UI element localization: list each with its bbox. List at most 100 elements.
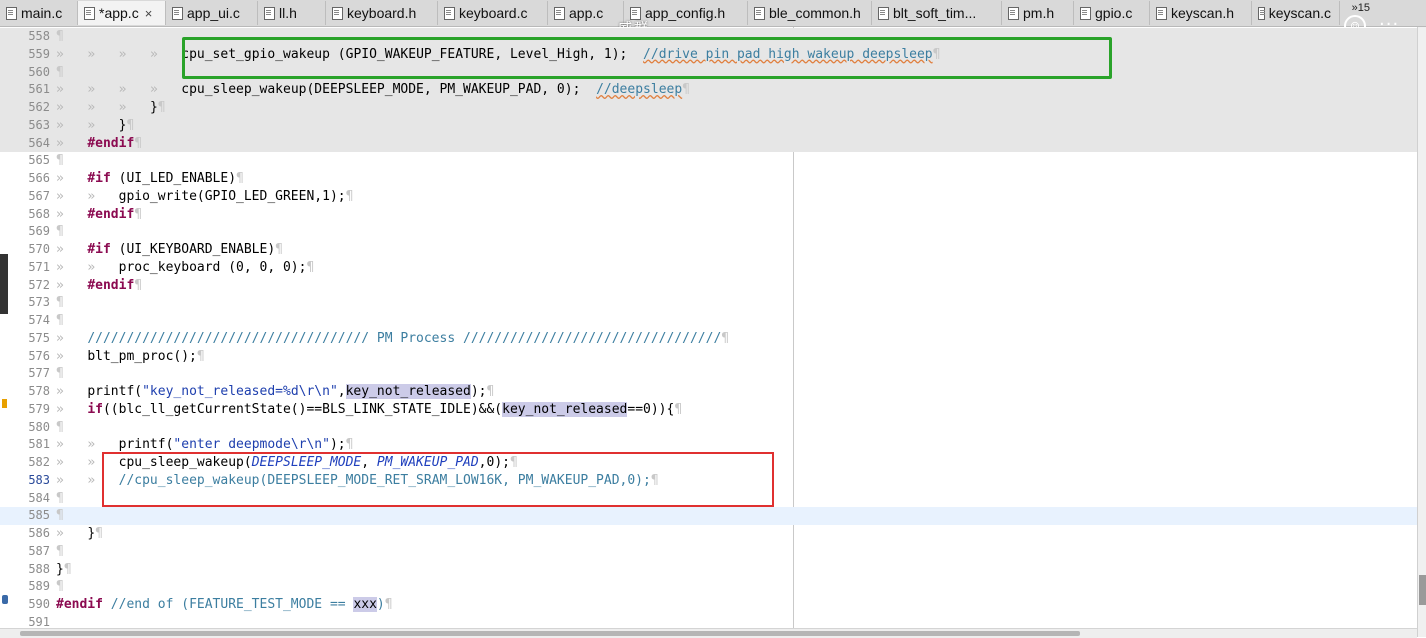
file-icon bbox=[1258, 6, 1265, 20]
tab-marker: » bbox=[56, 100, 64, 115]
code-line[interactable]: 566 » #if (UI_LED_ENABLE)¶ bbox=[0, 170, 1417, 188]
code-line[interactable]: 565 ¶ bbox=[0, 152, 1417, 170]
tab-6[interactable]: app.c bbox=[548, 1, 624, 25]
keyword: if bbox=[87, 401, 103, 417]
line-number: 590 bbox=[28, 597, 50, 611]
tab-marker: » bbox=[56, 277, 64, 293]
pilcrow-mark: ¶ bbox=[306, 259, 315, 275]
code-line[interactable]: 587 ¶ bbox=[0, 543, 1417, 561]
code-line[interactable]: 577 ¶ bbox=[0, 365, 1417, 383]
code-editor[interactable]: 558 ¶ 559» » » » cpu_set_gpio_wakeup (GPIO… bbox=[0, 27, 1417, 637]
tab-marker: » bbox=[87, 100, 96, 115]
code-line[interactable]: 589 ¶ bbox=[0, 578, 1417, 596]
tab-marker: » bbox=[56, 259, 64, 275]
tab-label: pm.h bbox=[1023, 5, 1055, 21]
vertical-scrollbar[interactable] bbox=[1417, 27, 1426, 637]
code-content: » » gpio_write(GPIO_LED_GREEN,1);¶ bbox=[56, 188, 353, 206]
code-line[interactable]: 579 » if((blc_ll_getCurrentState()==BLS_L… bbox=[0, 401, 1417, 419]
pilcrow-mark: ¶ bbox=[486, 384, 495, 399]
code-content: ¶ bbox=[56, 507, 64, 525]
tab-8[interactable]: ble_common.h bbox=[748, 1, 872, 25]
code-line[interactable]: 586 » }¶ bbox=[0, 525, 1417, 543]
line-number: 580 bbox=[28, 419, 50, 434]
tab-marker: » bbox=[87, 46, 96, 62]
code-token: printf( bbox=[118, 437, 174, 453]
line-number: 573 bbox=[28, 295, 50, 310]
tab-2[interactable]: app_ui.c bbox=[166, 1, 258, 25]
preprocessor-keyword: #if bbox=[87, 171, 111, 186]
tab-marker: » bbox=[87, 259, 96, 275]
tab-overflow-button[interactable]: »15 bbox=[1352, 2, 1370, 14]
close-icon[interactable]: × bbox=[145, 6, 153, 21]
tab-marker: » bbox=[56, 82, 64, 98]
tab-1[interactable]: *app.c × bbox=[78, 1, 166, 25]
string-literal: "enter deepmode\r\n" bbox=[173, 437, 330, 453]
tab-label: ll.h bbox=[279, 5, 297, 21]
tab-5[interactable]: keyboard.c bbox=[438, 1, 548, 25]
pilcrow-mark: ¶ bbox=[126, 117, 135, 133]
code-content: ¶ bbox=[56, 365, 64, 383]
tab-10[interactable]: pm.h bbox=[1002, 1, 1074, 25]
code-line[interactable]: 575 » ///////////////////////////////////… bbox=[0, 330, 1417, 348]
string-literal: "key_not_released=%d\r\n" bbox=[142, 384, 338, 399]
code-content: ¶ bbox=[56, 312, 64, 330]
line-number: 576 bbox=[28, 348, 50, 363]
line-number: 558 bbox=[28, 29, 50, 43]
horizontal-scroll-thumb[interactable] bbox=[20, 631, 1080, 636]
code-line[interactable]: 572 » #endif¶ bbox=[0, 277, 1417, 295]
code-content: ¶ bbox=[56, 64, 64, 82]
tab-0[interactable]: main.c bbox=[0, 1, 78, 25]
code-line[interactable]: 585 ¶ bbox=[0, 507, 1417, 525]
code-line[interactable]: 569 ¶ bbox=[0, 223, 1417, 241]
tab-label: main.c bbox=[21, 5, 63, 21]
code-line[interactable]: 561 » » » » cpu_sleep_wakeup(DEEPSLEEP_MO… bbox=[0, 81, 1417, 99]
code-token: (UI_LED_ENABLE) bbox=[118, 171, 237, 186]
pilcrow-mark: ¶ bbox=[56, 153, 64, 169]
code-line[interactable]: 574 ¶ bbox=[0, 312, 1417, 330]
code-line[interactable]: 570 » #if (UI_KEYBOARD_ENABLE)¶ bbox=[0, 241, 1417, 259]
code-line[interactable]: 571 » » proc_keyboard (0, 0, 0);¶ bbox=[0, 259, 1417, 277]
code-line[interactable]: 578 » printf("key_not_released=%d\r\n",ke… bbox=[0, 383, 1417, 401]
annotation-box-red bbox=[102, 452, 774, 507]
tab-marker: » bbox=[56, 384, 64, 399]
code-line[interactable]: 588}¶ bbox=[0, 561, 1417, 579]
tab-4[interactable]: keyboard.h bbox=[326, 1, 438, 25]
vertical-scroll-thumb[interactable] bbox=[1419, 575, 1426, 605]
code-line[interactable]: 562 » » » }¶ bbox=[0, 99, 1417, 117]
tab-12[interactable]: keyscan.h bbox=[1150, 1, 1252, 25]
tab-marker: » bbox=[56, 455, 64, 470]
code-line[interactable]: 576 » blt_pm_proc();¶ bbox=[0, 348, 1417, 366]
pilcrow-mark: ¶ bbox=[345, 188, 354, 204]
line-number: 563 bbox=[28, 117, 50, 132]
code-token: } bbox=[56, 561, 64, 577]
code-token: (UI_KEYBOARD_ENABLE) bbox=[118, 242, 276, 257]
code-content: ¶ bbox=[56, 490, 64, 508]
line-number: 574 bbox=[28, 313, 50, 327]
line-number: 587 bbox=[28, 543, 50, 558]
file-icon bbox=[1008, 6, 1019, 20]
pilcrow-mark: ¶ bbox=[95, 526, 103, 541]
code-line[interactable]: 563 » » }¶ bbox=[0, 116, 1417, 135]
tab-13[interactable]: keyscan.c bbox=[1252, 1, 1340, 25]
code-line[interactable]: 567 » » gpio_write(GPIO_LED_GREEN,1);¶ bbox=[0, 188, 1417, 206]
code-content: ¶ bbox=[56, 419, 64, 437]
tab-marker: » bbox=[56, 472, 64, 488]
code-content: » » proc_keyboard (0, 0, 0);¶ bbox=[56, 259, 314, 277]
tab-3[interactable]: ll.h bbox=[258, 1, 326, 25]
tab-marker: » bbox=[56, 526, 64, 541]
code-content: ¶ bbox=[56, 294, 64, 312]
code-line[interactable]: 580 ¶ bbox=[0, 419, 1417, 437]
preprocessor-keyword: #endif bbox=[56, 597, 103, 612]
code-token: ((blc_ll_getCurrentState()==BLS_LINK_STA… bbox=[102, 401, 503, 417]
line-number: 560 bbox=[28, 64, 50, 79]
code-line[interactable]: 568 » #endif¶ bbox=[0, 206, 1417, 224]
line-number: 589 bbox=[28, 579, 50, 594]
line-number: 561 bbox=[28, 82, 50, 97]
tab-marker: » bbox=[149, 82, 158, 98]
tab-11[interactable]: gpio.c bbox=[1074, 1, 1150, 25]
code-line[interactable]: 564 » #endif¶ bbox=[0, 134, 1417, 153]
code-line[interactable]: 590 #endif //end of (FEATURE_TEST_MODE ==… bbox=[0, 596, 1417, 614]
code-line[interactable]: 573 ¶ bbox=[0, 294, 1417, 312]
tab-9[interactable]: blt_soft_tim... bbox=[872, 1, 1002, 25]
tab-marker: » bbox=[56, 46, 64, 62]
